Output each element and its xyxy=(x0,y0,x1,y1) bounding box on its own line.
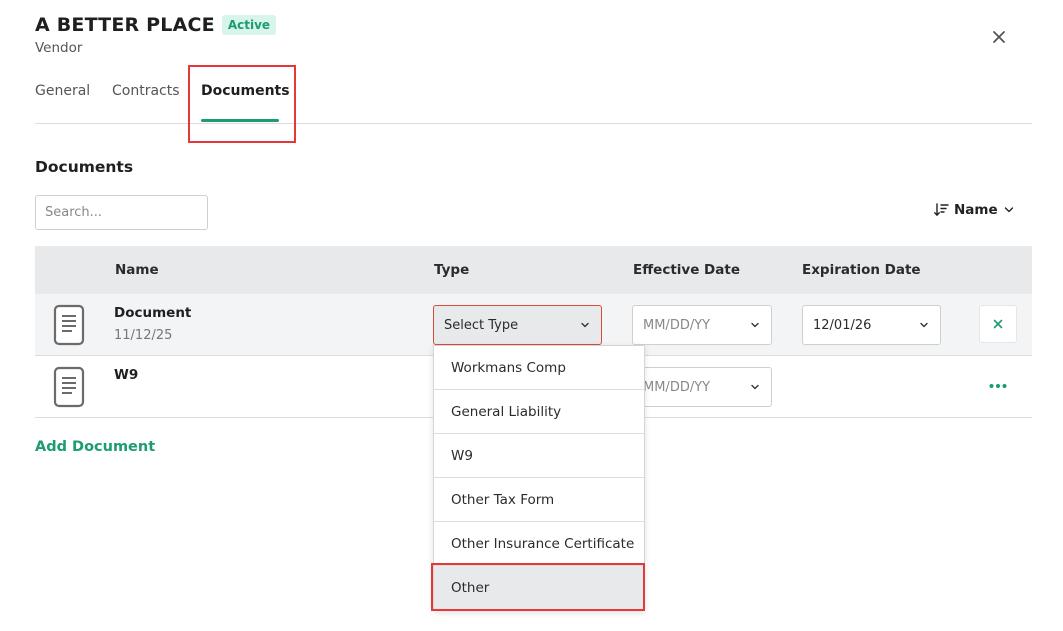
effective-date-value: MM/DD/YY xyxy=(643,379,711,395)
type-select[interactable]: Select Type xyxy=(433,305,602,345)
search-input[interactable] xyxy=(35,195,208,230)
add-document-link[interactable]: Add Document xyxy=(35,439,155,455)
dropdown-option-general-liability[interactable]: General Liability xyxy=(434,390,644,434)
highlight-box-other-option xyxy=(431,563,645,611)
dropdown-option-other-insurance-certificate[interactable]: Other Insurance Certificate xyxy=(434,522,644,566)
section-title: Documents xyxy=(35,158,134,176)
sort-dropdown[interactable]: Name xyxy=(934,202,1019,218)
chevron-down-icon xyxy=(581,322,589,328)
chevron-down-icon xyxy=(1004,207,1013,213)
column-header-expiration-date[interactable]: Expiration Date xyxy=(802,262,921,278)
ellipsis-icon xyxy=(989,384,1007,388)
type-select-value: Select Type xyxy=(444,317,519,333)
document-date: 11/12/25 xyxy=(114,328,173,343)
effective-date-picker[interactable]: MM/DD/YY xyxy=(632,367,772,407)
more-actions-button[interactable] xyxy=(979,369,1017,403)
column-header-name[interactable]: Name xyxy=(115,262,159,278)
column-header-effective-date[interactable]: Effective Date xyxy=(633,262,740,278)
chevron-down-icon xyxy=(751,322,759,328)
tab-bar: General Contracts Documents xyxy=(35,0,1032,124)
effective-date-picker[interactable]: MM/DD/YY xyxy=(632,305,772,345)
document-name[interactable]: Document xyxy=(114,305,191,321)
highlight-box-documents-tab xyxy=(188,65,296,143)
column-header-type[interactable]: Type xyxy=(434,262,469,278)
chevron-down-icon xyxy=(920,322,928,328)
tab-general[interactable]: General xyxy=(35,83,90,99)
effective-date-value: MM/DD/YY xyxy=(643,317,711,333)
dropdown-option-w9[interactable]: W9 xyxy=(434,434,644,478)
expiration-date-value: 12/01/26 xyxy=(813,317,872,333)
chevron-down-icon xyxy=(751,384,759,390)
dropdown-option-workmans-comp[interactable]: Workmans Comp xyxy=(434,346,644,390)
document-icon xyxy=(53,366,85,408)
sort-label: Name xyxy=(954,202,998,218)
dropdown-option-other-tax-form[interactable]: Other Tax Form xyxy=(434,478,644,522)
close-icon xyxy=(993,319,1003,329)
tab-contracts[interactable]: Contracts xyxy=(112,83,180,99)
document-icon xyxy=(53,304,85,346)
document-name[interactable]: W9 xyxy=(114,367,138,383)
table-header: Name Type Effective Date Expiration Date xyxy=(35,246,1032,294)
remove-document-button[interactable] xyxy=(979,305,1017,343)
expiration-date-picker[interactable]: 12/01/26 xyxy=(802,305,941,345)
sort-icon xyxy=(934,203,949,216)
